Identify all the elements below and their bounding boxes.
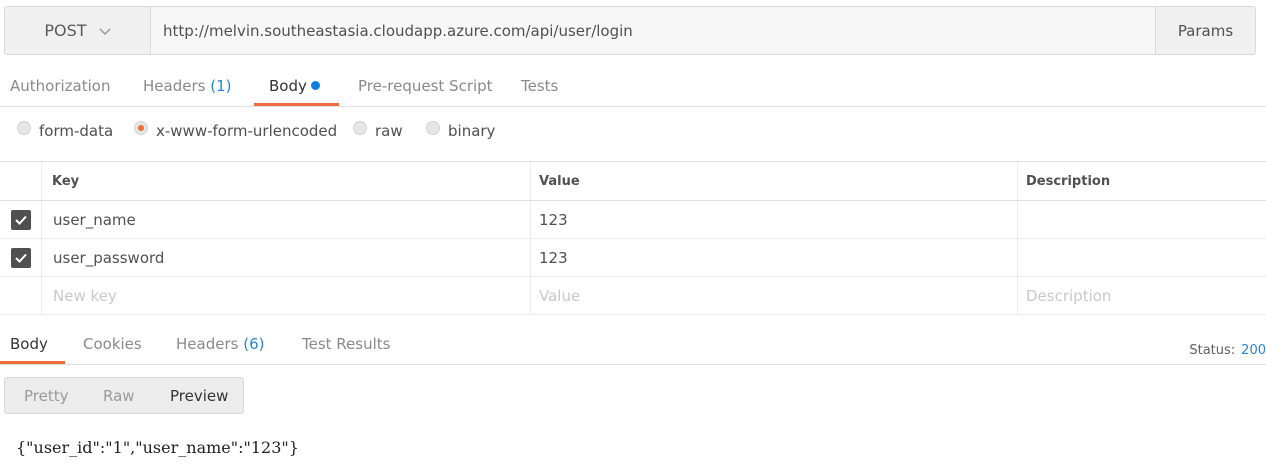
tab-label: Headers: [176, 335, 239, 353]
tab-response-headers[interactable]: Headers (6): [176, 325, 264, 365]
header-key: Key: [41, 162, 530, 200]
new-row: New key Value Description: [0, 277, 1266, 315]
value-input[interactable]: 123: [530, 239, 1017, 276]
tab-pre-request-script[interactable]: Pre-request Script: [358, 67, 493, 107]
new-value-input[interactable]: Value: [530, 277, 1017, 314]
key-input[interactable]: user_name: [41, 201, 530, 238]
radio-icon: [426, 121, 440, 135]
radio-label: x-www-form-urlencoded: [156, 122, 338, 140]
radio-label: raw: [375, 122, 403, 140]
description-input[interactable]: [1017, 201, 1266, 238]
status-code: 200: [1241, 343, 1266, 358]
row-check-cell: [0, 277, 41, 314]
radio-icon: [353, 121, 367, 135]
value-input[interactable]: 123: [530, 201, 1017, 238]
chevron-down-icon: [99, 27, 111, 35]
view-raw-button[interactable]: Raw: [103, 387, 135, 405]
view-preview-button[interactable]: Preview: [170, 387, 228, 405]
headers-count: (1): [210, 77, 232, 95]
url-text: http://melvin.southeastasia.cloudapp.azu…: [163, 21, 633, 40]
table-header: Key Value Description: [0, 161, 1266, 201]
radio-x-www-form-urlencoded[interactable]: x-www-form-urlencoded: [134, 121, 338, 140]
tab-label: Tests: [521, 77, 559, 95]
new-key-input[interactable]: New key: [41, 277, 530, 314]
row-checkbox[interactable]: [10, 247, 31, 268]
header-description: Description: [1017, 162, 1266, 200]
body-type-options: form-data x-www-form-urlencoded raw bina…: [0, 112, 1266, 152]
tab-authorization[interactable]: Authorization: [10, 67, 110, 107]
url-input[interactable]: http://melvin.southeastasia.cloudapp.azu…: [151, 7, 1155, 54]
tab-label: Test Results: [302, 335, 391, 353]
radio-selected-icon: [134, 121, 148, 135]
method-label: POST: [44, 21, 87, 40]
radio-label: form-data: [39, 122, 114, 140]
table-row: user_name 123: [0, 201, 1266, 239]
tab-label: Body: [269, 77, 307, 95]
tab-label: Authorization: [10, 77, 111, 95]
row-check-cell: [0, 239, 41, 276]
header-value: Value: [530, 162, 1017, 200]
method-select[interactable]: POST: [5, 7, 151, 54]
response-tabs: Body Cookies Headers (6) Test Results St…: [0, 325, 1266, 365]
tab-response-body[interactable]: Body: [10, 325, 48, 365]
tab-cookies[interactable]: Cookies: [83, 325, 142, 365]
check-icon: [14, 253, 27, 263]
radio-icon: [17, 121, 31, 135]
check-icon: [14, 215, 27, 225]
tab-tests[interactable]: Tests: [521, 67, 558, 107]
header-check-cell: [0, 162, 41, 200]
params-label: Params: [1177, 21, 1234, 40]
headers-count: (6): [243, 335, 265, 353]
response-status: Status: 200: [1189, 343, 1266, 358]
params-button[interactable]: Params: [1155, 7, 1255, 54]
request-tabs: Authorization Headers (1) Body Pre-reque…: [0, 67, 1266, 107]
tab-label: Cookies: [83, 335, 142, 353]
response-panel: Body Cookies Headers (6) Test Results St…: [0, 314, 1266, 475]
row-checkbox[interactable]: [10, 209, 31, 230]
row-check-cell: [0, 201, 41, 238]
view-mode-group: Pretty Raw Preview: [4, 377, 244, 414]
active-tab-indicator: [0, 361, 65, 364]
description-input[interactable]: [1017, 239, 1266, 276]
tab-test-results[interactable]: Test Results: [302, 325, 390, 365]
tab-label: Body: [10, 335, 48, 353]
view-pretty-button[interactable]: Pretty: [24, 387, 69, 405]
response-body-text: {"user_id":"1","user_name":"123"}: [16, 438, 299, 457]
key-input[interactable]: user_password: [41, 239, 530, 276]
radio-binary[interactable]: binary: [426, 121, 496, 140]
tab-body[interactable]: Body: [269, 67, 320, 107]
modified-dot-icon: [310, 81, 320, 90]
table-row: user_password 123: [0, 239, 1266, 277]
tab-headers[interactable]: Headers (1): [143, 67, 231, 107]
radio-form-data[interactable]: form-data: [17, 121, 114, 140]
new-description-input[interactable]: Description: [1017, 277, 1266, 314]
tab-label: Headers: [143, 77, 206, 95]
params-table: Key Value Description user_name 123 user…: [0, 161, 1266, 315]
active-tab-indicator: [254, 103, 339, 106]
status-label: Status:: [1189, 343, 1236, 358]
request-bar: POST http://melvin.southeastasia.cloudap…: [4, 6, 1256, 55]
tab-label: Pre-request Script: [358, 77, 493, 95]
radio-raw[interactable]: raw: [353, 121, 403, 140]
radio-label: binary: [448, 122, 496, 140]
